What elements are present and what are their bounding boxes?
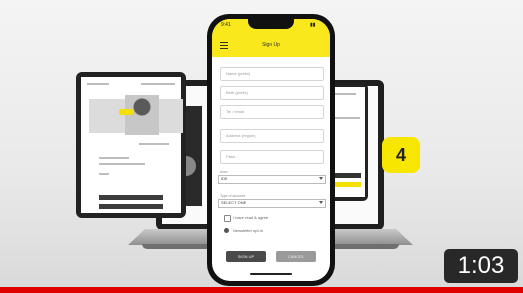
- agree-label: I have read & agree: [233, 215, 269, 220]
- area-select-label: Area: [220, 170, 228, 174]
- status-icons: ▮▮: [310, 22, 316, 28]
- cancel-button[interactable]: CANCEL: [276, 251, 316, 262]
- tablet-text-line: [99, 173, 109, 175]
- phone-notch: [248, 19, 294, 29]
- chevron-down-icon: [319, 201, 323, 204]
- newsletter-label: Newsletter opt-in: [233, 228, 264, 233]
- tablet-screen: [81, 77, 183, 213]
- step-badge: 4: [382, 137, 420, 173]
- status-time: 9:41: [221, 22, 231, 28]
- password-placeholder: Pass: [226, 154, 235, 159]
- tablet-text-line: [139, 143, 169, 145]
- tablet-hero-photo: [125, 95, 159, 135]
- area-select[interactable]: IDE: [218, 175, 326, 184]
- phone-mockup: 9:41 ▮▮ Sign Up Name (prefix) Birth (pre…: [207, 14, 335, 286]
- phone-screen: 9:41 ▮▮ Sign Up Name (prefix) Birth (pre…: [212, 19, 330, 281]
- tablet-highlight: [119, 109, 133, 115]
- agree-checkbox[interactable]: [224, 215, 231, 222]
- chevron-down-icon: [319, 177, 323, 180]
- watch-progress-bar: [0, 287, 523, 293]
- right-tablet-button: [335, 182, 361, 187]
- tablet-text-line: [99, 163, 145, 165]
- password-field[interactable]: Pass: [220, 150, 324, 164]
- video-duration: 1:03: [444, 249, 518, 283]
- right-tablet-button: [335, 173, 361, 178]
- contact-field[interactable]: Tel / email: [220, 105, 324, 119]
- tablet-button: [99, 204, 163, 209]
- name-placeholder: Name (prefix): [226, 71, 251, 76]
- newsletter-radio[interactable]: [224, 228, 229, 233]
- account-select-label: Type of account: [220, 194, 245, 198]
- watch-progress-fill: [0, 287, 523, 293]
- address-placeholder: Address (region): [226, 133, 256, 138]
- sign-up-button[interactable]: SIGN UP: [226, 251, 266, 262]
- area-select-value: IDE: [221, 176, 228, 181]
- birth-placeholder: Birth (prefix): [226, 90, 248, 95]
- tablet-button: [99, 195, 163, 200]
- phone-title: Sign Up: [262, 42, 280, 48]
- account-select-value: SELECT ONE: [221, 200, 247, 205]
- home-indicator: [250, 273, 292, 275]
- address-field[interactable]: Address (region): [220, 129, 324, 143]
- video-thumbnail[interactable]: 9:41 ▮▮ Sign Up Name (prefix) Birth (pre…: [0, 0, 523, 293]
- tablet-text-line: [99, 157, 129, 159]
- tablet-nav: [141, 83, 175, 85]
- tablet-logo: [87, 83, 109, 85]
- birth-field[interactable]: Birth (prefix): [220, 86, 324, 100]
- tablet-mockup: [76, 72, 186, 218]
- account-select[interactable]: SELECT ONE: [218, 199, 326, 208]
- name-field[interactable]: Name (prefix): [220, 67, 324, 81]
- contact-placeholder: Tel / email: [226, 109, 245, 114]
